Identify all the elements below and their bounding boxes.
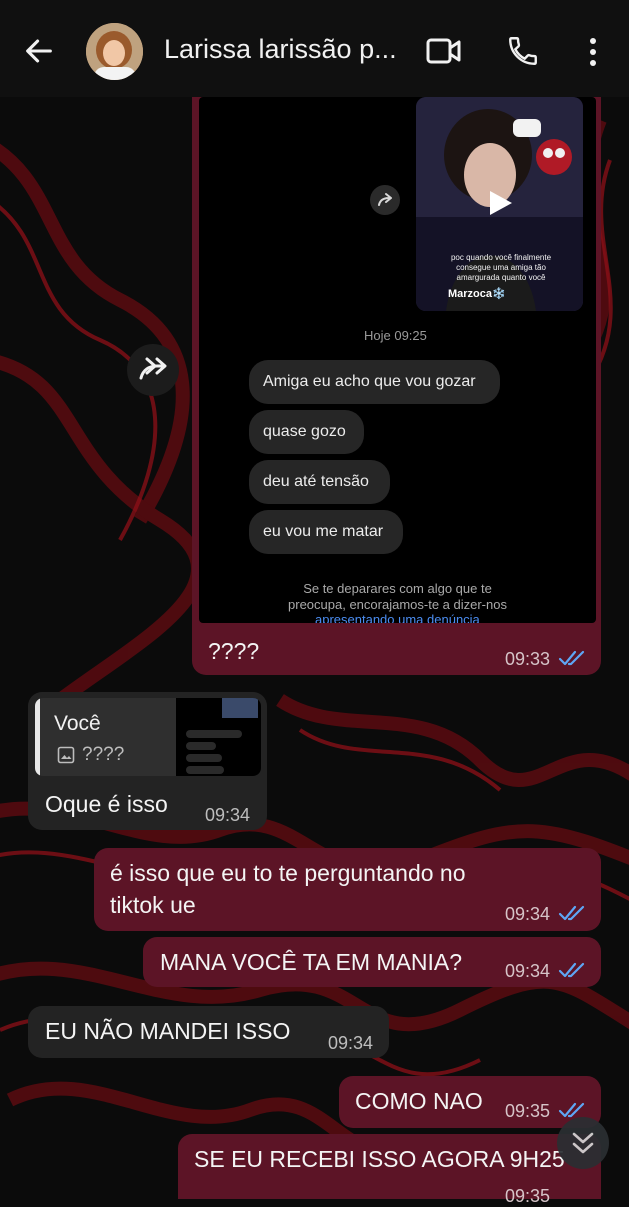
message-text-line-1: é isso que eu to te perguntando no	[110, 860, 466, 886]
message-text: MANA VOCÊ TA EM MANIA?	[160, 949, 463, 975]
message-text-line-2: tiktok ue	[110, 892, 196, 918]
contact-name[interactable]: Larissa larissão p...	[164, 34, 409, 70]
message-time: 09:35	[505, 1101, 551, 1121]
read-ticks-icon	[558, 650, 585, 666]
message-text: COMO NAO	[355, 1088, 483, 1114]
screenshot-message-2: quase gozo	[249, 410, 364, 454]
read-ticks-icon	[558, 962, 585, 978]
image-icon	[57, 746, 75, 764]
quoted-reply[interactable]: Você ????	[35, 698, 261, 776]
video-thumbnail[interactable]: poc quando você finalmente consegue uma …	[416, 97, 583, 311]
read-ticks-icon	[558, 905, 585, 921]
message-text: EU NÃO MANDEI ISSO	[45, 1018, 291, 1044]
screenshot-report-link[interactable]: apresentando uma denúncia	[315, 612, 480, 623]
arrow-left-icon[interactable]	[22, 34, 56, 68]
screenshot-timestamp: Hoje 09:25	[364, 328, 427, 343]
forward-button[interactable]	[127, 344, 179, 396]
message-time: 09:34	[205, 805, 251, 825]
message-time: 09:34	[328, 1033, 374, 1053]
screenshot-message-4: eu vou me matar	[249, 510, 403, 554]
screenshot-notice-line-1: Se te deparares com algo que te	[303, 581, 492, 596]
more-vertical-icon[interactable]	[584, 36, 602, 68]
avatar[interactable]	[86, 23, 143, 80]
screenshot-message-3: deu até tensão	[249, 460, 390, 504]
scroll-to-bottom-button[interactable]	[557, 1117, 609, 1169]
quoted-thumbnail	[176, 698, 261, 776]
message-text: Oque é isso	[45, 791, 168, 817]
video-author: Marzoca❄️	[448, 288, 506, 300]
forwarded-screenshot[interactable]: poc quando você finalmente consegue uma …	[199, 97, 596, 623]
message-time: 09:34	[505, 961, 551, 981]
share-icon[interactable]	[370, 185, 400, 215]
video-call-icon[interactable]	[426, 36, 462, 66]
quoted-author: Você	[54, 712, 101, 735]
screenshot-notice-line-2: preocupa, encorajamos-te a dizer-nos	[288, 597, 507, 612]
double-chevron-down-icon	[572, 1132, 594, 1154]
video-caption: poc quando você finalmente consegue uma …	[450, 253, 552, 282]
quoted-preview: ????	[82, 744, 125, 765]
phone-icon[interactable]	[506, 34, 540, 68]
message-time: 09:35	[505, 1186, 551, 1206]
message-time: 09:33	[505, 649, 551, 669]
avatar-image	[86, 23, 143, 80]
forward-icon	[139, 357, 167, 380]
quote-accent-bar	[35, 698, 40, 776]
message-time: 09:34	[505, 904, 551, 924]
message-text: SE EU RECEBI ISSO AGORA 9H25	[194, 1146, 565, 1172]
image-caption: ????	[208, 638, 260, 664]
chat-header: Larissa larissão p...	[0, 0, 629, 97]
screenshot-message-1: Amiga eu acho que vou gozar	[249, 360, 500, 404]
